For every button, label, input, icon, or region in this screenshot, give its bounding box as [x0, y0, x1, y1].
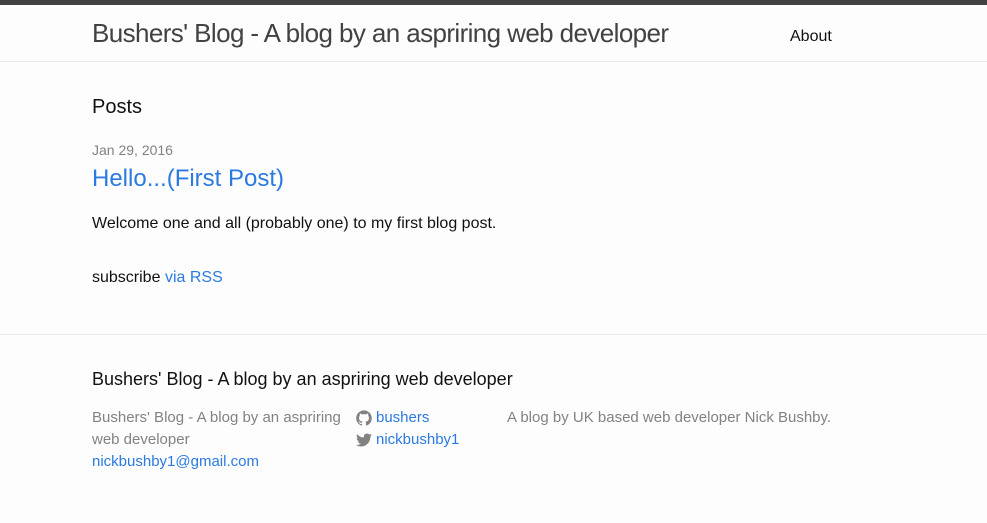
- footer-contact-column: Bushers' Blog - A blog by an aspriring w…: [92, 407, 342, 473]
- site-title-link[interactable]: Bushers' Blog - A blog by an aspriring w…: [92, 17, 669, 49]
- twitter-username: nickbushby1: [376, 431, 460, 448]
- rss-link[interactable]: via RSS: [165, 269, 223, 286]
- site-footer: Bushers' Blog - A blog by an aspriring w…: [0, 334, 987, 522]
- twitter-link[interactable]: nickbushby1: [356, 429, 459, 451]
- github-link[interactable]: bushers: [356, 407, 459, 429]
- footer-description: A blog by UK based web developer Nick Bu…: [507, 409, 832, 426]
- page-content: Posts Jan 29, 2016 Hello...(First Post) …: [0, 62, 987, 334]
- post-excerpt: Welcome one and all (probably one) to my…: [92, 215, 497, 232]
- footer-social-column: bushers nickbushby1: [356, 407, 459, 451]
- site-header: Bushers' Blog - A blog by an aspriring w…: [0, 5, 987, 62]
- nav-about-link[interactable]: About: [790, 27, 832, 47]
- github-username: bushers: [376, 409, 430, 426]
- github-icon: [356, 410, 372, 426]
- twitter-icon: [356, 433, 372, 447]
- post-date: Jan 29, 2016: [92, 142, 173, 158]
- footer-site-name: Bushers' Blog - A blog by an aspriring w…: [92, 409, 341, 448]
- rss-prefix: subscribe: [92, 269, 161, 286]
- rss-subscribe: subscribe via RSS: [92, 268, 223, 288]
- post-title-link[interactable]: Hello...(First Post): [92, 163, 284, 195]
- footer-email-link[interactable]: nickbushby1@gmail.com: [92, 451, 342, 473]
- footer-heading: Bushers' Blog - A blog by an aspriring w…: [92, 369, 513, 389]
- posts-heading: Posts: [92, 96, 143, 118]
